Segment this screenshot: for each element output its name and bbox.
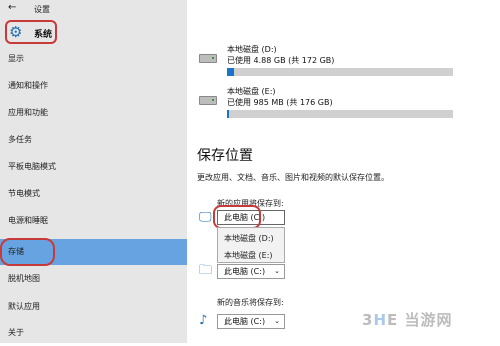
sidebar-item-label: 节电模式 [8,189,40,198]
drive-usage-fill [227,110,230,118]
drive-e[interactable]: 本地磁盘 (E:) 已使用 985 MB (共 176 GB) [199,86,489,126]
window-title: 设置 [34,5,50,14]
music-save-selected: 此电脑 (C:) [224,317,266,326]
gear-icon: ⚙ [9,23,23,41]
sidebar-item-apps[interactable]: 应用和功能 [0,100,187,126]
sidebar-item-multitasking[interactable]: 多任务 [0,127,187,153]
sidebar-item-label: 默认应用 [8,302,40,311]
drive-usage-bar [227,68,453,76]
folder-icon: 🗀 [199,263,213,278]
sidebar-item-battery-saver[interactable]: 节电模式 [0,181,187,207]
sidebar-item-storage[interactable]: 存储 [0,238,187,266]
watermark-logo: 3HE 当游网 [362,309,452,330]
save-locations-title: 保存位置 [197,148,253,164]
sidebar: ← 设置 ⚙ 系统 显示 通知和操作 应用和功能 多任务 平板电脑模式 节电模式… [0,0,187,343]
apps-save-dropdown: 本地磁盘 (D:) 本地磁盘 (E:) [217,227,285,263]
drive-usage-bar [227,110,453,118]
sidebar-item-default-apps[interactable]: 默认应用 [0,294,187,320]
sidebar-item-label: 多任务 [8,135,32,144]
music-note-icon: ♪ [199,313,208,328]
highlight-circle [213,205,261,229]
sidebar-item-label: 应用和功能 [8,108,48,117]
music-save-select[interactable]: 此电脑 (C:) ⌄ [217,314,285,329]
watermark-text-h: H [373,311,387,329]
drive-name: 本地磁盘 (D:) [227,45,277,54]
drive-name: 本地磁盘 (E:) [227,87,276,96]
sidebar-item-label: 电源和睡眠 [8,216,48,225]
music-save-label: 新的音乐将保存到: [217,298,284,307]
drive-usage-fill [227,68,234,76]
chevron-down-icon: ⌄ [274,317,280,325]
save-locations-description: 更改应用、文档、音乐、图片和视频的默认保存位置。 [197,173,389,182]
system-header[interactable]: ⚙ 系统 [5,20,57,44]
monitor-icon: 🖵 [199,210,212,225]
title-bar: ← 设置 [0,0,187,18]
dropdown-option-d[interactable]: 本地磁盘 (D:) [224,233,274,244]
sidebar-item-label: 平板电脑模式 [8,162,56,171]
sidebar-item-label: 显示 [8,54,24,63]
drive-d[interactable]: 本地磁盘 (D:) 已使用 4.88 GB (共 172 GB) [199,44,489,84]
sidebar-item-display[interactable]: 显示 [0,46,187,72]
system-header-label: 系统 [34,30,53,40]
dropdown-option-e[interactable]: 本地磁盘 (E:) [224,250,273,261]
sidebar-item-about[interactable]: 关于 [0,320,187,346]
chevron-down-icon: ⌄ [274,267,280,275]
sidebar-item-label: 脱机地图 [8,274,40,283]
hard-drive-icon [199,54,217,63]
docs-save-selected: 此电脑 (C:) [224,267,266,276]
drive-usage: 已使用 985 MB (共 176 GB) [227,98,333,107]
highlight-circle [0,238,55,266]
hard-drive-icon [199,96,217,105]
watermark-text-a: 3 [362,311,374,329]
sidebar-item-notifications[interactable]: 通知和操作 [0,73,187,99]
docs-save-select[interactable]: 此电脑 (C:) ⌄ [217,264,285,279]
sidebar-item-power-sleep[interactable]: 电源和睡眠 [0,208,187,234]
back-arrow-icon[interactable]: ← [8,2,16,13]
sidebar-item-tablet-mode[interactable]: 平板电脑模式 [0,154,187,180]
main-content: 本地磁盘 (D:) 已使用 4.88 GB (共 172 GB) 本地磁盘 (E… [187,0,500,343]
sidebar-item-label: 关于 [8,328,24,337]
sidebar-item-label: 通知和操作 [8,81,48,90]
watermark-text-b: E 当游网 [387,311,453,329]
drive-usage: 已使用 4.88 GB (共 172 GB) [227,56,335,65]
sidebar-item-offline-maps[interactable]: 脱机地图 [0,266,187,292]
